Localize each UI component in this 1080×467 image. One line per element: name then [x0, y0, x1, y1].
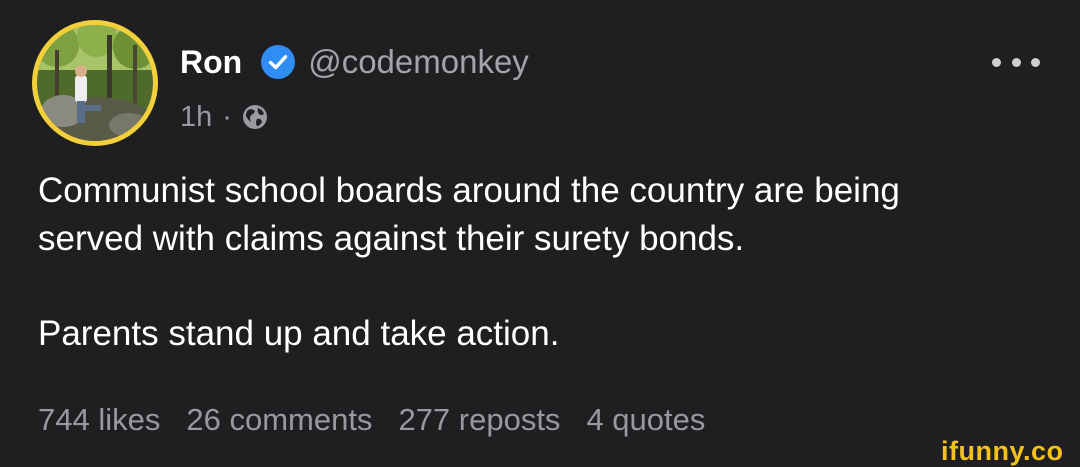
likes-count[interactable]: 744 likes [38, 402, 160, 438]
verified-badge-icon [260, 44, 296, 80]
comments-count[interactable]: 26 comments [186, 402, 372, 438]
avatar-photo [37, 25, 153, 141]
post-text-line-2: served with claims against their surety … [38, 219, 745, 258]
author-handle[interactable]: @codemonkey [308, 43, 529, 81]
meta-separator: · [222, 100, 232, 133]
post-text-line-1: Communist school boards around the count… [38, 171, 900, 210]
avatar[interactable] [32, 20, 158, 146]
watermark: ifunny.co [941, 436, 1064, 466]
author-row: Ron @codemonkey [180, 40, 529, 84]
post-meta: 1h · [180, 97, 268, 137]
more-options-icon [992, 57, 1001, 67]
post-text-line-3: Parents stand up and take action. [38, 314, 560, 353]
more-options-button[interactable] [992, 50, 1040, 74]
reposts-count[interactable]: 277 reposts [398, 402, 560, 438]
author-name[interactable]: Ron [180, 44, 242, 81]
globe-icon [242, 104, 268, 130]
post-time: 1h [180, 100, 213, 133]
quotes-count[interactable]: 4 quotes [586, 402, 705, 438]
post-stats: 744 likes 26 comments 277 reposts 4 quot… [38, 398, 731, 442]
